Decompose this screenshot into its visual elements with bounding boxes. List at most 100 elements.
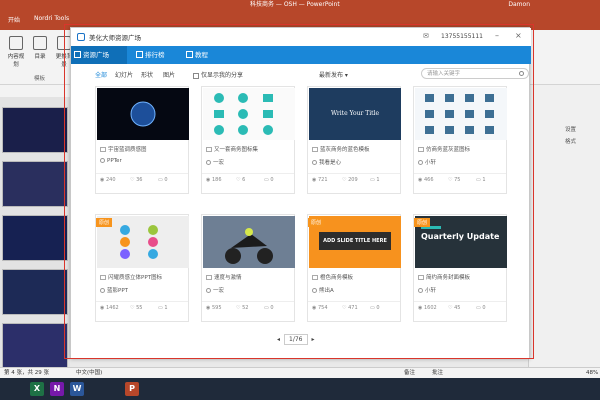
filter-slides[interactable]: 幻灯片 [115,70,133,79]
like-count[interactable]: ♡ 209 [342,174,358,186]
tab-ranking[interactable]: 排行榜 [133,46,183,64]
slide-thumb[interactable] [2,161,68,207]
only-mine-checkbox[interactable]: 仅显示我的分享 [193,70,243,79]
comment-count: ▭ 0 [476,305,486,311]
comment-count: ▭ 0 [264,305,274,311]
close-icon[interactable]: × [515,31,522,40]
view-count: ◉ 595 [206,305,222,311]
like-count[interactable]: ♡ 36 [130,174,142,186]
card-thumbnail[interactable] [97,88,189,140]
search-input[interactable]: 请输入关键字 [421,68,529,79]
slide-count: 第 4 张，共 29 张 [4,370,49,376]
slide-thumbnails [0,97,70,369]
card-title: 宇宙蓝调质感图 [100,145,186,153]
user-icon [312,160,317,165]
earth-image [130,101,156,127]
slide-thumb[interactable] [2,107,68,153]
resource-card[interactable]: 速度与激情 一宏 ◉ 595 ♡ 52 ▭ 0 [201,214,295,322]
card-title: 橙色商务模板 [312,273,398,281]
content-plan-button[interactable]: 内容规划 [6,36,26,68]
slide-type-icon [206,147,212,152]
app-logo-icon [77,33,85,41]
tab-tutorial[interactable]: 教程 [183,46,227,64]
language-status[interactable]: 中文(中国) [76,368,102,378]
grid-icon [74,51,81,58]
view-count: ◉ 1602 [418,305,437,311]
slide-type-icon [100,275,106,280]
thumbnail-title: Write Your Title [330,110,380,117]
list-icon [33,36,47,50]
resource-card[interactable]: 又一套商务图标集 一宏 ◉ 186 ♡ 6 ▭ 0 [201,86,295,194]
resource-card[interactable]: 宇宙蓝调质感图 PPTer ◉ 240 ♡ 36 ▭ 0 [95,86,189,194]
slide-type-icon [418,275,424,280]
slide-thumb[interactable] [2,323,68,369]
card-thumbnail[interactable] [203,88,295,140]
next-page-icon[interactable]: ▸ [312,336,315,343]
tab-nordri-tools[interactable]: Nordri Tools [34,15,69,22]
card-author: 我看是心 [312,158,341,166]
thumbnail-title: Quarterly Update [421,232,500,241]
card-thumbnail[interactable]: Write Your Title [309,88,401,140]
account-name[interactable]: Damon [508,0,530,9]
pane-label: 格式 [565,139,577,145]
card-title: 仿商务蓝灰蓝图标 [418,145,504,153]
powerpoint-app-icon[interactable]: P [125,382,139,396]
status-bar: 第 4 张，共 29 张 中文(中国) 备注 批注 48% [0,367,600,378]
book-icon [186,51,193,58]
prev-page-icon[interactable]: ◂ [277,336,280,343]
excel-app-icon[interactable]: X [30,382,44,396]
page-indicator: 1/76 [284,334,308,345]
comments-button[interactable]: 批注 [432,368,443,378]
slide-thumb[interactable] [2,269,68,315]
icon-set-image [425,94,494,134]
like-count[interactable]: ♡ 55 [130,302,142,314]
card-stats: ◉ 595 ♡ 52 ▭ 0 [202,301,294,313]
card-thumbnail[interactable] [203,216,295,268]
original-badge: 原创 [96,218,113,227]
card-stats: ◉ 466 ♡ 75 ▭ 1 [414,173,506,185]
user-icon [100,288,105,293]
original-badge: 原创 [308,218,325,227]
filter-all[interactable]: 全部 [95,70,107,79]
notes-button[interactable]: 备注 [404,368,415,378]
resource-card[interactable]: 仿商务蓝灰蓝图标 小轩 ◉ 466 ♡ 75 ▭ 1 [413,86,507,194]
tab-home[interactable]: 开始 [8,15,20,24]
like-count[interactable]: ♡ 45 [448,302,460,314]
search-icon[interactable] [519,71,524,76]
resource-card[interactable]: Write Your Title 蓝灰商务的蓝色模板 我看是心 ◉ 721 ♡ … [307,86,401,194]
like-count[interactable]: ♡ 75 [448,174,460,186]
comment-count: ▭ 1 [158,305,168,311]
resource-card[interactable]: ADD SLIDE TITLE HERE 原创 橙色商务模板 熊出A ◉ 754… [307,214,401,322]
filter-images[interactable]: 图片 [163,70,175,79]
toc-button[interactable]: 目录 [30,36,50,60]
like-count[interactable]: ♡ 52 [236,302,248,314]
card-title: 蓝灰商务的蓝色模板 [312,145,398,153]
onenote-app-icon[interactable]: N [50,382,64,396]
card-stats: ◉ 1602 ♡ 45 ▭ 0 [414,301,506,313]
card-title: 又一套商务图标集 [206,145,292,153]
like-count[interactable]: ♡ 471 [342,302,358,314]
ribbon-group-label: 模板 [34,76,46,82]
user-account[interactable]: 13755155111 [441,33,483,40]
pagination: ◂ 1/76 ▸ [277,334,315,345]
card-author: 小轩 [418,158,436,166]
mail-icon[interactable]: ✉ [423,32,429,40]
card-thumbnail[interactable] [415,88,507,140]
motorcycle-image [225,228,273,264]
sort-dropdown[interactable]: 最新发布 ▾ [319,70,348,79]
slide-thumb[interactable] [2,215,68,261]
background-icon [57,36,71,50]
resource-card[interactable]: 原创 闪耀质感立体PPT图标 蓝影PPT ◉ 1462 ♡ 55 ▭ 1 [95,214,189,322]
icon-set-image [214,93,273,135]
word-app-icon[interactable]: W [70,382,84,396]
comment-count: ▭ 0 [370,305,380,311]
zoom-level[interactable]: 48% [586,368,598,378]
resource-card[interactable]: Quarterly Update 原创 简约商务封面模板 小轩 ◉ 1602 ♡… [413,214,507,322]
like-count[interactable]: ♡ 6 [236,174,245,186]
ppt-titlebar: 科技商务 — OSH — PowerPoint Damon [0,0,600,9]
card-author: 小轩 [418,286,436,294]
minimize-icon[interactable]: – [495,31,499,40]
card-author: 熊出A [312,286,334,294]
tab-resource-square[interactable]: 资源广场 [71,46,127,64]
filter-shapes[interactable]: 形状 [141,70,153,79]
